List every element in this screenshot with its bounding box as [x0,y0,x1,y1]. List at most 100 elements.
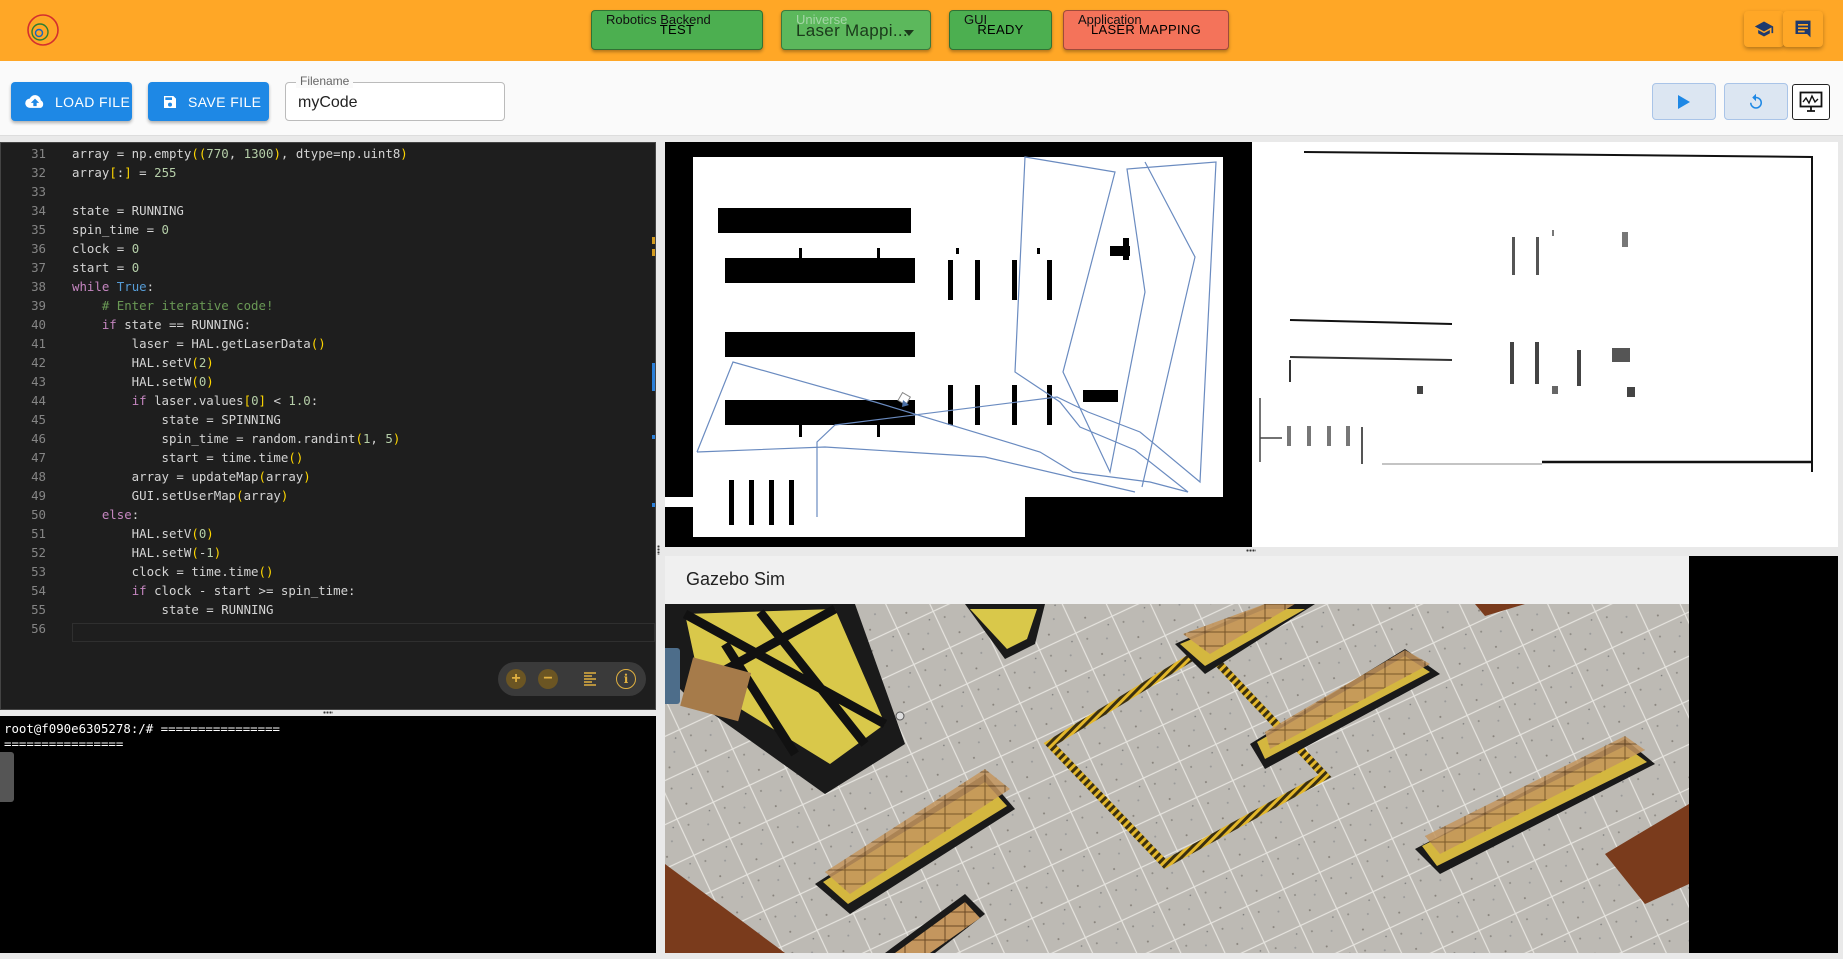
code-text[interactable]: spin_time = random.randint(1, 5) [72,431,401,446]
code-line[interactable]: 49 GUI.setUserMap(array) [1,488,655,507]
code-line[interactable]: 40 if state == RUNNING: [1,317,655,336]
school-icon [1754,21,1774,37]
line-number: 32 [31,165,46,180]
code-line[interactable]: 51 HAL.setV(0) [1,526,655,545]
chevron-down-icon [904,30,914,36]
code-text[interactable]: HAL.setV(0) [72,526,214,541]
load-file-label: LOAD FILE [55,93,131,110]
code-text[interactable]: if clock - start >= spin_time: [72,583,356,598]
chat-button[interactable] [1783,11,1823,47]
comment-icon [1795,20,1811,38]
code-line[interactable]: 50 else: [1,507,655,526]
line-number: 48 [31,469,46,484]
line-number: 41 [31,336,46,351]
code-line[interactable]: 54 if clock - start >= spin_time: [1,583,655,602]
code-line[interactable]: 33 [1,184,655,203]
code-text[interactable]: start = 0 [72,260,139,275]
code-line[interactable]: 36 clock = 0 [1,241,655,260]
code-text[interactable]: else: [72,507,139,522]
code-line[interactable]: 48 array = updateMap(array) [1,469,655,488]
reset-button[interactable] [1724,83,1788,120]
line-number: 52 [31,545,46,560]
code-line[interactable]: 32 array[:] = 255 [1,165,655,184]
code-text[interactable]: clock = time.time() [72,564,274,579]
code-text[interactable]: array[:] = 255 [72,165,177,180]
code-text[interactable]: array = np.empty((770, 1300), dtype=np.u… [72,146,408,161]
info-button[interactable]: i [616,669,636,689]
code-line[interactable]: 45 state = SPINNING [1,412,655,431]
application-status[interactable]: Application LASER MAPPING [1063,10,1229,50]
code-line[interactable]: 46 spin_time = random.randint(1, 5) [1,431,655,450]
line-number: 44 [31,393,46,408]
code-text[interactable]: while True: [72,279,154,294]
code-editor[interactable]: 31 array = np.empty((770, 1300), dtype=np… [0,142,656,710]
gui-status[interactable]: GUI READY [949,10,1052,50]
line-number: 33 [31,184,46,199]
code-line[interactable]: 43 HAL.setW(0) [1,374,655,393]
code-line[interactable]: 42 HAL.setV(2) [1,355,655,374]
code-line[interactable]: 55 state = RUNNING [1,602,655,621]
zoom-in-button[interactable]: + [506,669,526,689]
code-line[interactable]: 35 spin_time = 0 [1,222,655,241]
code-text[interactable]: spin_time = 0 [72,222,169,237]
line-number: 50 [31,507,46,522]
code-line[interactable]: 44 if laser.values[0] < 1.0: [1,393,655,412]
app-header: Robotics Backend TEST Universe Laser Map… [0,0,1843,61]
horizontal-resize-handle[interactable] [1246,549,1256,552]
code-line[interactable]: 37 start = 0 [1,260,655,279]
code-text[interactable]: GUI.setUserMap(array) [72,488,289,503]
line-number: 34 [31,203,46,218]
line-number: 54 [31,583,46,598]
code-text[interactable]: HAL.setW(0) [72,374,214,389]
format-button[interactable] [582,671,598,692]
code-line[interactable]: 47 start = time.time() [1,450,655,469]
load-file-button[interactable]: LOAD FILE [11,82,132,121]
reset-icon [1750,93,1762,109]
code-text[interactable]: # Enter iterative code! [72,298,274,313]
play-button[interactable] [1652,83,1716,120]
save-file-button[interactable]: SAVE FILE [148,82,269,121]
split-resize-handle[interactable] [657,545,660,555]
code-line[interactable]: 34 state = RUNNING [1,203,655,222]
code-text[interactable]: laser = HAL.getLaserData() [72,336,326,351]
robotics-backend-status[interactable]: Robotics Backend TEST [591,10,763,50]
code-line[interactable]: 38 while True: [1,279,655,298]
gazebo-side-handle[interactable] [665,648,680,704]
code-line[interactable]: 53 clock = time.time() [1,564,655,583]
vertical-resize-handle[interactable] [323,711,333,714]
line-number: 56 [31,621,46,636]
code-text[interactable]: if state == RUNNING: [72,317,251,332]
code-text[interactable]: HAL.setW(-1) [72,545,222,560]
filename-field[interactable]: Filename myCode [285,74,505,121]
line-number: 40 [31,317,46,332]
code-line[interactable]: 31 array = np.empty((770, 1300), dtype=np… [1,146,655,165]
code-text[interactable]: HAL.setV(2) [72,355,214,370]
code-line[interactable]: 39 # Enter iterative code! [1,298,655,317]
code-text[interactable]: start = time.time() [72,450,304,465]
robotics-academy-logo[interactable] [24,13,62,47]
code-text[interactable]: state = RUNNING [72,203,184,218]
school-button[interactable] [1744,11,1784,47]
terminal[interactable]: root@f090e6305278:/# ================ ==… [0,716,656,953]
code-line[interactable]: 41 laser = HAL.getLaserData() [1,336,655,355]
line-number: 42 [31,355,46,370]
code-line[interactable]: 52 HAL.setW(-1) [1,545,655,564]
filename-value[interactable]: myCode [298,94,358,112]
code-text[interactable]: clock = 0 [72,241,139,256]
zoom-out-icon: − [543,670,553,687]
terminal-side-handle[interactable] [0,752,14,802]
code-text[interactable]: array = updateMap(array) [72,469,311,484]
line-number: 47 [31,450,46,465]
zoom-out-button[interactable]: − [538,669,558,689]
scroll-marker [652,435,655,439]
code-text[interactable]: state = SPINNING [72,412,281,427]
gui-value: READY [977,22,1024,37]
line-number: 39 [31,298,46,313]
code-line[interactable]: 56 [1,621,655,640]
monitor-button[interactable] [1792,84,1830,120]
code-text[interactable]: state = RUNNING [72,602,274,617]
line-number: 37 [31,260,46,275]
universe-select[interactable]: Universe Laser Mappi... [781,10,931,50]
code-text[interactable]: if laser.values[0] < 1.0: [72,393,319,408]
gazebo-3d-view[interactable] [665,604,1689,953]
